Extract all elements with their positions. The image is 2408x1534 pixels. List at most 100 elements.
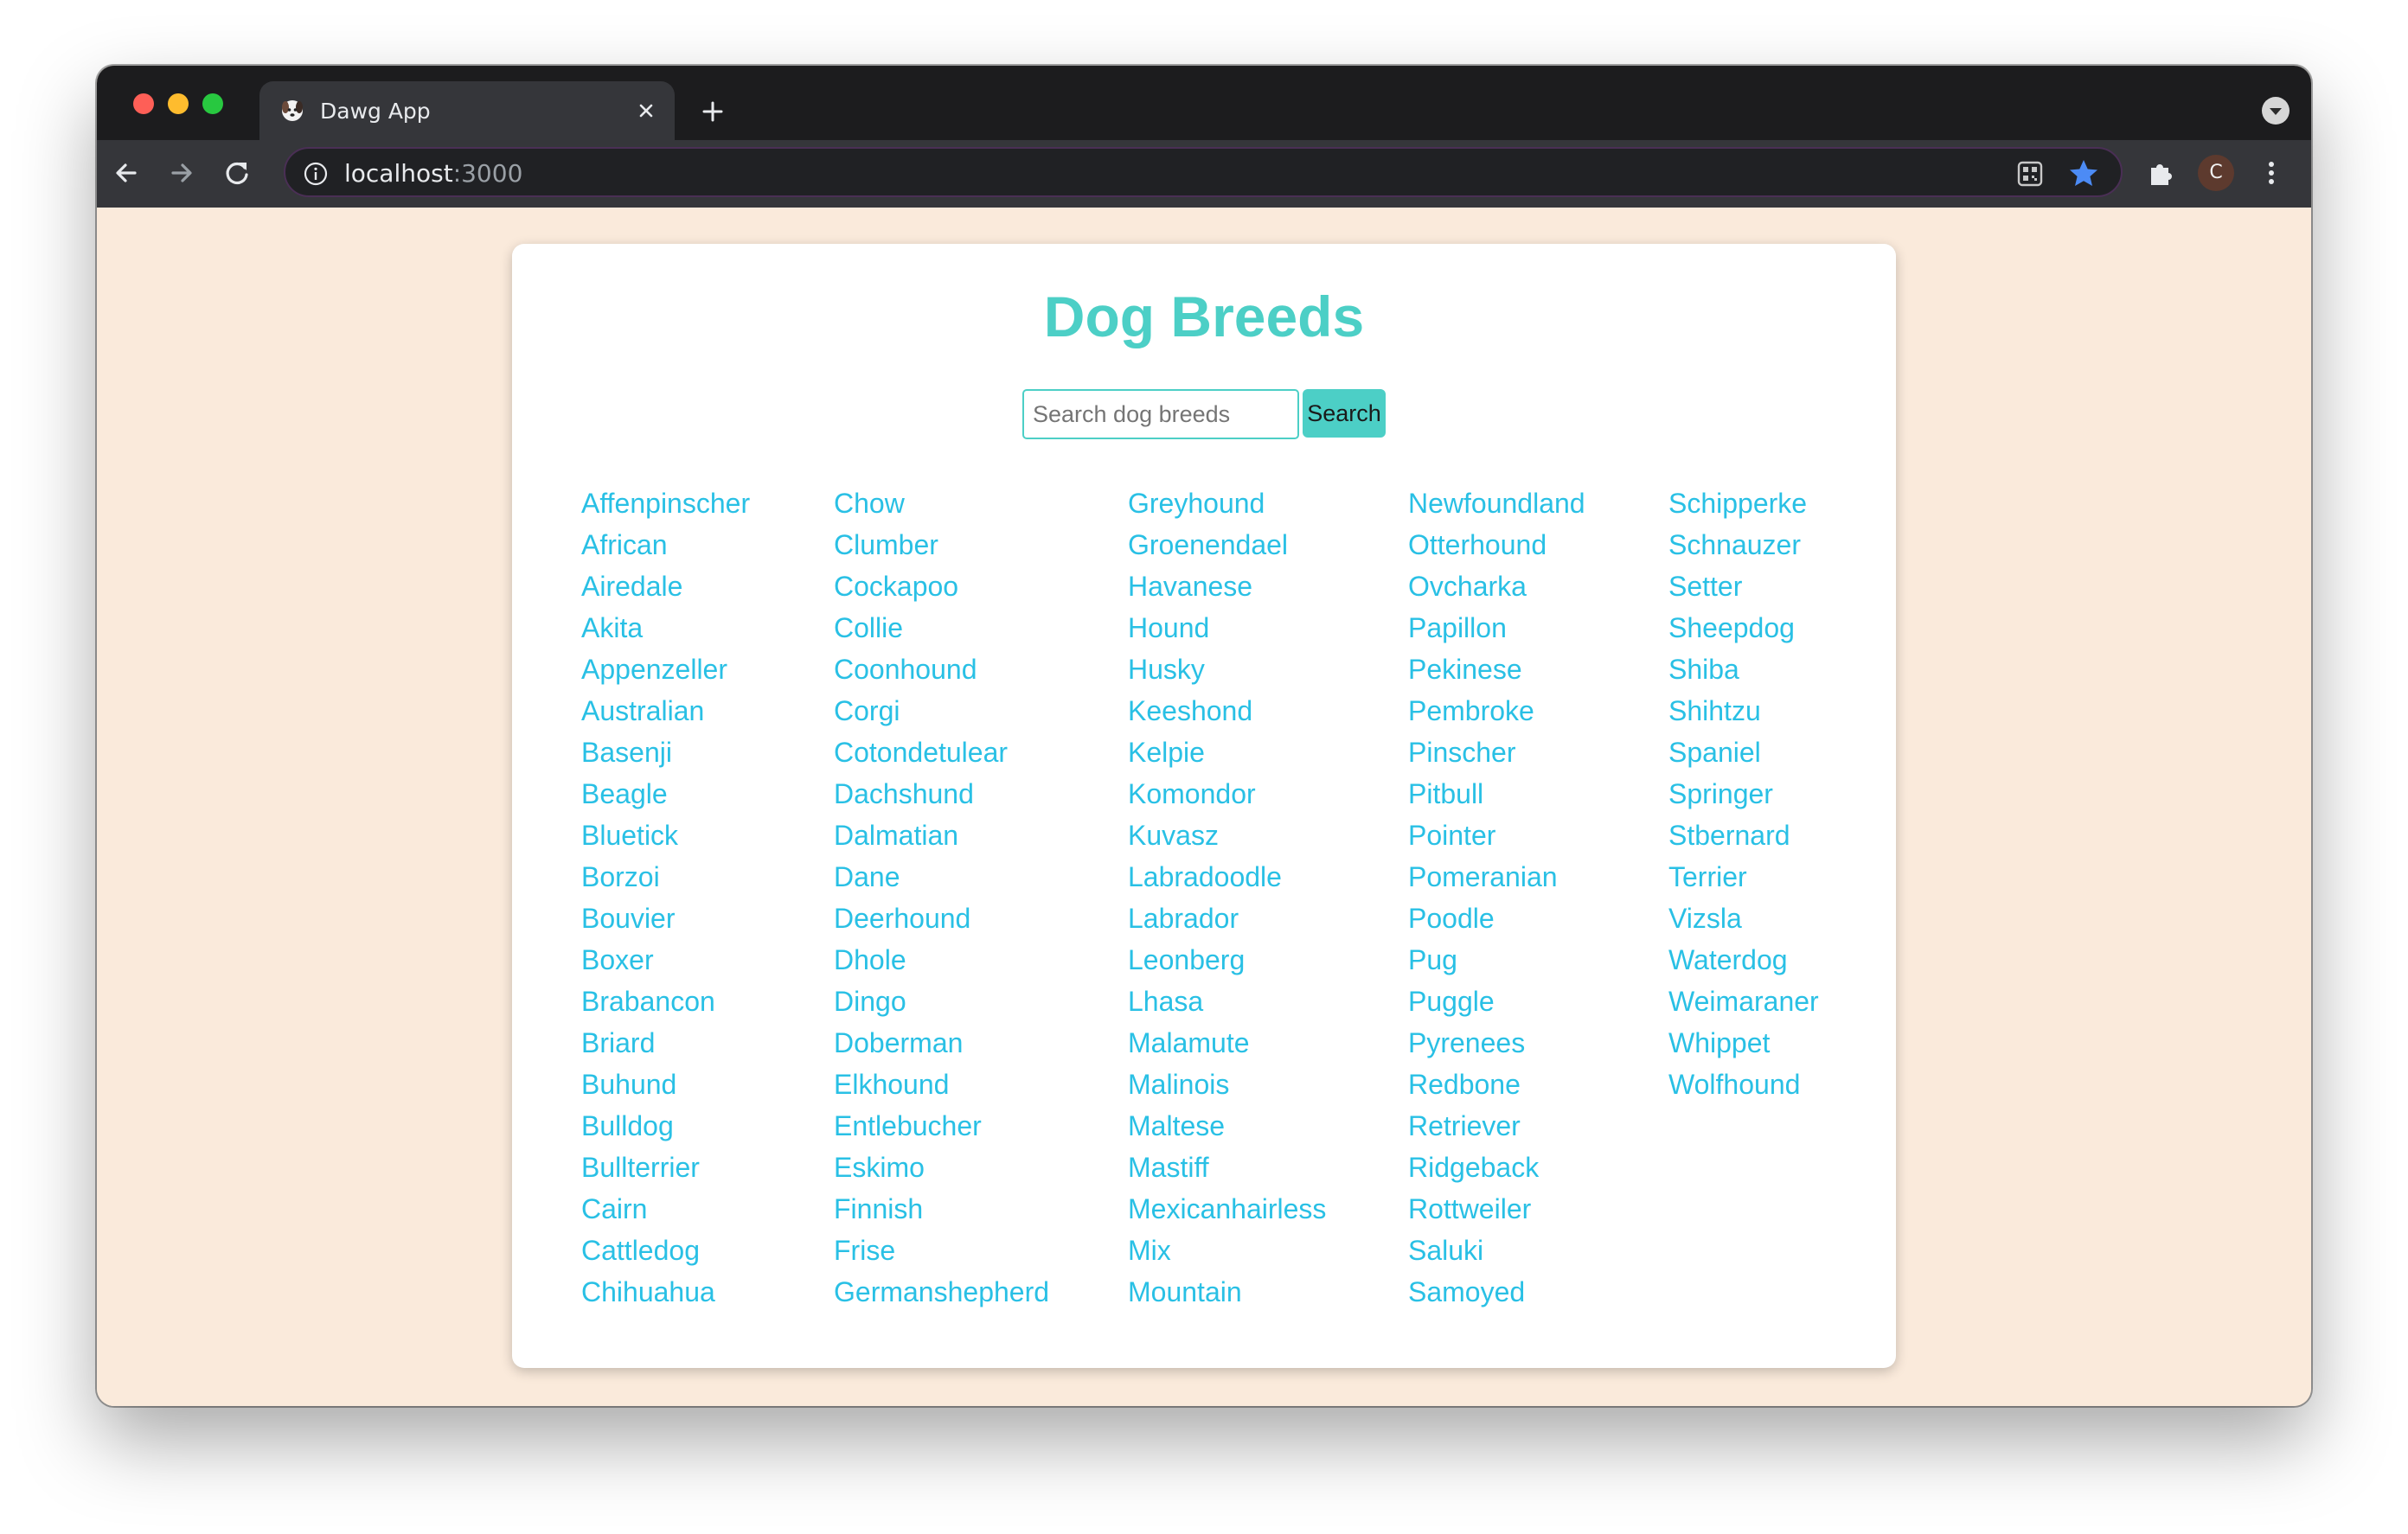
breed-link[interactable]: Dhole	[834, 939, 1049, 981]
breed-link[interactable]: Briard	[581, 1022, 750, 1064]
arrow-right-icon[interactable]	[164, 156, 199, 190]
breed-link[interactable]: Bouvier	[581, 898, 750, 939]
address-bar[interactable]: localhost:3000	[284, 147, 2123, 197]
plus-icon[interactable]	[695, 94, 730, 129]
breed-link[interactable]: Dalmatian	[834, 815, 1049, 856]
breed-link[interactable]: Shiba	[1668, 649, 1819, 690]
breed-link[interactable]: African	[581, 524, 750, 566]
breed-link[interactable]: Frise	[834, 1230, 1049, 1271]
breed-link[interactable]: Schnauzer	[1668, 524, 1819, 566]
breed-link[interactable]: Labrador	[1128, 898, 1326, 939]
breed-link[interactable]: Cockapoo	[834, 566, 1049, 607]
breed-link[interactable]: Corgi	[834, 690, 1049, 732]
breed-link[interactable]: Keeshond	[1128, 690, 1326, 732]
breed-link[interactable]: Appenzeller	[581, 649, 750, 690]
breed-link[interactable]: Dachshund	[834, 773, 1049, 815]
breed-link[interactable]: Stbernard	[1668, 815, 1819, 856]
breed-link[interactable]: Spaniel	[1668, 732, 1819, 773]
breed-link[interactable]: Borzoi	[581, 856, 750, 898]
breed-link[interactable]: Deerhound	[834, 898, 1049, 939]
breed-link[interactable]: Malinois	[1128, 1064, 1326, 1105]
breed-link[interactable]: Samoyed	[1408, 1271, 1585, 1313]
breed-link[interactable]: Coonhound	[834, 649, 1049, 690]
breed-link[interactable]: Vizsla	[1668, 898, 1819, 939]
breed-link[interactable]: Mexicanhairless	[1128, 1188, 1326, 1230]
breed-link[interactable]: Leonberg	[1128, 939, 1326, 981]
breed-link[interactable]: Waterdog	[1668, 939, 1819, 981]
breed-link[interactable]: Chihuahua	[581, 1271, 750, 1313]
breed-link[interactable]: Pug	[1408, 939, 1585, 981]
breed-link[interactable]: Pinscher	[1408, 732, 1585, 773]
window-zoom-button[interactable]	[202, 93, 223, 114]
breed-link[interactable]: Otterhound	[1408, 524, 1585, 566]
breed-link[interactable]: Doberman	[834, 1022, 1049, 1064]
breed-link[interactable]: Hound	[1128, 607, 1326, 649]
breed-link[interactable]: Saluki	[1408, 1230, 1585, 1271]
breed-link[interactable]: Airedale	[581, 566, 750, 607]
breed-link[interactable]: Clumber	[834, 524, 1049, 566]
search-input[interactable]	[1022, 389, 1299, 439]
breed-link[interactable]: Terrier	[1668, 856, 1819, 898]
breed-link[interactable]: Ridgeback	[1408, 1147, 1585, 1188]
breed-link[interactable]: Pointer	[1408, 815, 1585, 856]
breed-link[interactable]: Whippet	[1668, 1022, 1819, 1064]
breed-link[interactable]: Bulldog	[581, 1105, 750, 1147]
breed-link[interactable]: Newfoundland	[1408, 483, 1585, 524]
kebab-menu-icon[interactable]	[2254, 156, 2289, 190]
arrow-left-icon[interactable]	[109, 156, 144, 190]
breed-link[interactable]: Buhund	[581, 1064, 750, 1105]
breed-link[interactable]: Wolfhound	[1668, 1064, 1819, 1105]
breed-link[interactable]: Collie	[834, 607, 1049, 649]
breed-link[interactable]: Beagle	[581, 773, 750, 815]
breed-link[interactable]: Kuvasz	[1128, 815, 1326, 856]
breed-link[interactable]: Greyhound	[1128, 483, 1326, 524]
breed-link[interactable]: Dingo	[834, 981, 1049, 1022]
breed-link[interactable]: Australian	[581, 690, 750, 732]
breed-link[interactable]: Mastiff	[1128, 1147, 1326, 1188]
breed-link[interactable]: Weimaraner	[1668, 981, 1819, 1022]
breed-link[interactable]: Papillon	[1408, 607, 1585, 649]
breed-link[interactable]: Cotondetulear	[834, 732, 1049, 773]
breed-link[interactable]: Retriever	[1408, 1105, 1585, 1147]
breed-link[interactable]: Komondor	[1128, 773, 1326, 815]
breed-link[interactable]: Husky	[1128, 649, 1326, 690]
breed-link[interactable]: Rottweiler	[1408, 1188, 1585, 1230]
breed-link[interactable]: Elkhound	[834, 1064, 1049, 1105]
browser-tab-active[interactable]: Dawg App	[259, 81, 675, 140]
breed-link[interactable]: Groenendael	[1128, 524, 1326, 566]
puzzle-icon[interactable]	[2144, 157, 2177, 189]
breed-link[interactable]: Dane	[834, 856, 1049, 898]
breed-link[interactable]: Pyrenees	[1408, 1022, 1585, 1064]
search-button[interactable]: Search	[1303, 389, 1386, 438]
breed-link[interactable]: Entlebucher	[834, 1105, 1049, 1147]
avatar[interactable]: C	[2198, 155, 2234, 191]
breed-link[interactable]: Puggle	[1408, 981, 1585, 1022]
close-icon[interactable]	[633, 98, 659, 124]
breed-link[interactable]: Cattledog	[581, 1230, 750, 1271]
breed-link[interactable]: Sheepdog	[1668, 607, 1819, 649]
chevron-down-icon[interactable]	[2261, 96, 2290, 125]
breed-link[interactable]: Boxer	[581, 939, 750, 981]
window-close-button[interactable]	[133, 93, 154, 114]
breed-link[interactable]: Redbone	[1408, 1064, 1585, 1105]
breed-link[interactable]: Malamute	[1128, 1022, 1326, 1064]
breed-link[interactable]: Havanese	[1128, 566, 1326, 607]
breed-link[interactable]: Basenji	[581, 732, 750, 773]
breed-link[interactable]: Setter	[1668, 566, 1819, 607]
breed-link[interactable]: Shihtzu	[1668, 690, 1819, 732]
breed-link[interactable]: Springer	[1668, 773, 1819, 815]
reload-icon[interactable]	[220, 156, 254, 190]
breed-link[interactable]: Kelpie	[1128, 732, 1326, 773]
star-icon[interactable]	[2067, 157, 2100, 190]
breed-link[interactable]: Affenpinscher	[581, 483, 750, 524]
breed-link[interactable]: Pembroke	[1408, 690, 1585, 732]
breed-link[interactable]: Germanshepherd	[834, 1271, 1049, 1313]
breed-link[interactable]: Brabancon	[581, 981, 750, 1022]
breed-link[interactable]: Pomeranian	[1408, 856, 1585, 898]
breed-link[interactable]: Pitbull	[1408, 773, 1585, 815]
breed-link[interactable]: Mountain	[1128, 1271, 1326, 1313]
info-icon[interactable]	[303, 161, 329, 187]
breed-link[interactable]: Bluetick	[581, 815, 750, 856]
breed-link[interactable]: Chow	[834, 483, 1049, 524]
breed-link[interactable]: Schipperke	[1668, 483, 1819, 524]
